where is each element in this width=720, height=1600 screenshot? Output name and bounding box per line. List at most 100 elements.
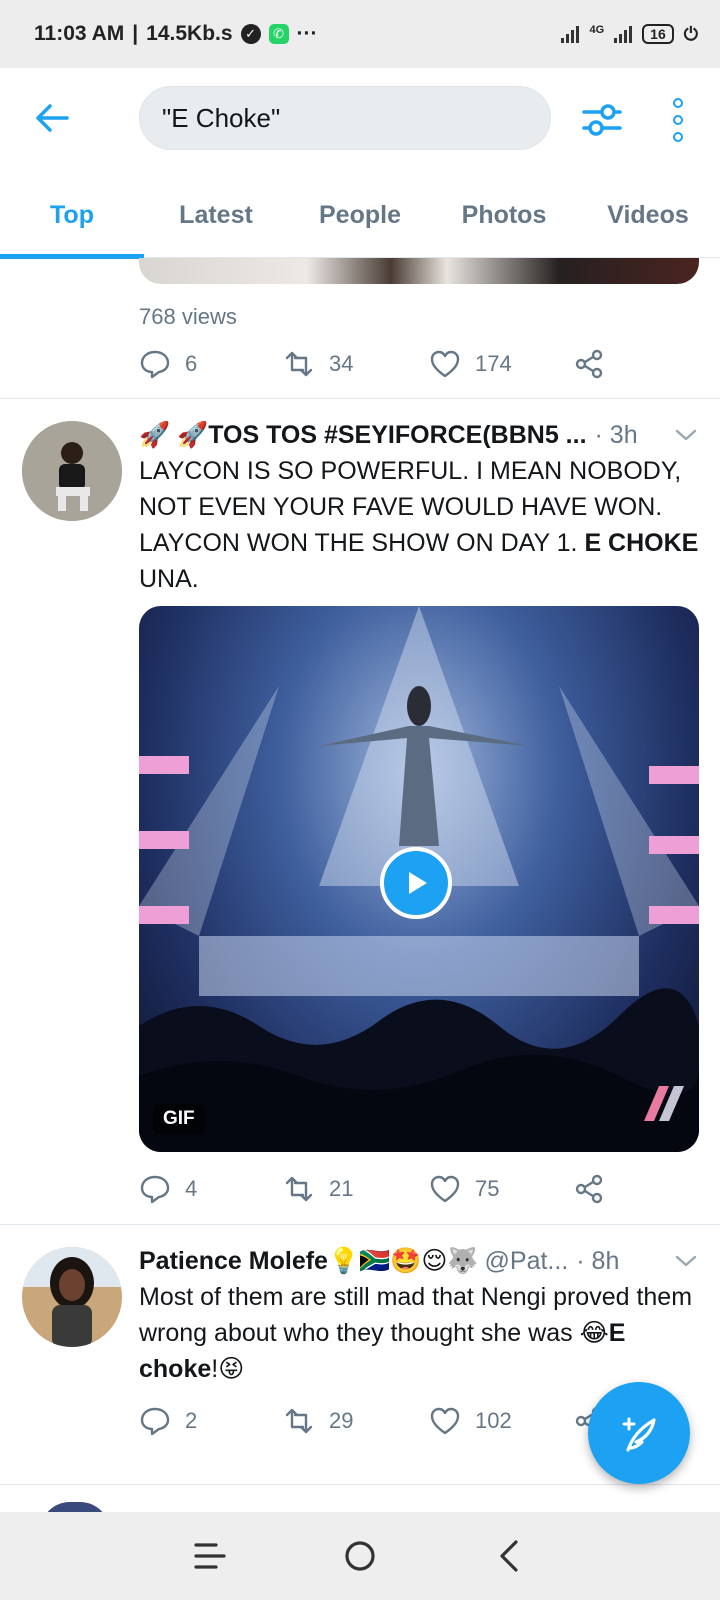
tweet-text-part: !😝 <box>211 1355 245 1383</box>
chevron-down-icon[interactable] <box>673 1248 699 1274</box>
menu-icon <box>194 1543 226 1569</box>
status-bar: 11:03 AM | 14.5Kb.s ✓ ✆ ··· 4G 16 ⏻ <box>0 0 720 68</box>
view-count: 768 views <box>139 304 237 329</box>
avatar[interactable] <box>22 1247 122 1347</box>
reply-count: 4 <box>185 1176 198 1201</box>
share-icon <box>575 1174 603 1204</box>
tweet-time: · 3h <box>594 420 638 449</box>
dot-icon <box>673 115 683 125</box>
like-count: 75 <box>475 1176 500 1201</box>
share-button[interactable] <box>573 348 605 380</box>
avatar[interactable] <box>22 421 122 521</box>
search-tabs: Top Latest People Photos Videos <box>0 172 720 259</box>
signal-icon-2 <box>614 25 633 43</box>
tweet-actions: 6 34 174 <box>139 344 619 384</box>
retweet-count: 21 <box>329 1176 354 1201</box>
heart-icon <box>430 1175 460 1203</box>
tab-people[interactable]: People <box>288 172 432 258</box>
reply-count: 6 <box>185 351 198 376</box>
retweet-button[interactable]: 29 <box>283 1405 353 1437</box>
tab-videos[interactable]: Videos <box>576 172 720 258</box>
status-time: 11:03 AM <box>34 22 125 45</box>
search-filter-button[interactable] <box>580 98 624 142</box>
overflow-menu-button[interactable] <box>664 96 692 144</box>
back-button[interactable] <box>32 98 72 138</box>
tweet-header: 🚀 🚀TOS TOS #SEYIFORCE(BBN5 ... · 3h <box>139 417 699 453</box>
author-name[interactable]: 🚀 🚀TOS TOS #SEYIFORCE(BBN5 ... <box>139 421 587 450</box>
retweet-button[interactable]: 34 <box>283 348 353 380</box>
tab-latest[interactable]: Latest <box>144 172 288 258</box>
battery-icon: 16 <box>642 24 674 44</box>
compose-tweet-button[interactable] <box>588 1382 690 1484</box>
previous-tweet-media[interactable] <box>139 258 699 284</box>
dot-icon <box>673 98 683 108</box>
tab-photos[interactable]: Photos <box>432 172 576 258</box>
next-tweet-avatar-partial <box>40 1502 110 1512</box>
retweet-count: 34 <box>329 351 354 376</box>
tweet-actions: 4 21 75 <box>139 1169 619 1209</box>
heart-icon <box>430 350 460 378</box>
arrow-left-icon <box>36 104 69 132</box>
reply-icon <box>140 1407 170 1436</box>
avatar-image <box>22 1247 122 1347</box>
search-term-highlight: E CHOKE <box>584 529 699 557</box>
back-nav-button[interactable] <box>488 1534 532 1578</box>
divider <box>0 1484 720 1485</box>
reply-icon <box>140 350 170 379</box>
tweet-text-part: UNA. <box>139 565 199 593</box>
search-header: "E Choke" <box>0 68 720 172</box>
filter-sliders-icon <box>582 104 622 136</box>
reply-button[interactable]: 4 <box>139 1173 197 1205</box>
chevron-left-icon <box>500 1540 518 1572</box>
signal-icon <box>561 25 580 43</box>
author-name[interactable]: Patience Molefe💡🇿🇦🤩😌🐺 <box>139 1246 479 1276</box>
reply-button[interactable]: 2 <box>139 1405 197 1437</box>
retweet-icon <box>285 1176 313 1202</box>
charging-icon: ⏻ <box>683 23 698 44</box>
more-notifications-icon: ··· <box>296 22 318 45</box>
like-count: 174 <box>475 351 512 376</box>
like-button[interactable]: 75 <box>429 1173 499 1205</box>
whatsapp-icon: ✆ <box>268 24 289 44</box>
check-icon: ✓ <box>240 24 261 44</box>
tweet-actions: 2 29 102 <box>139 1401 619 1441</box>
reply-count: 2 <box>185 1408 198 1433</box>
search-input[interactable]: "E Choke" <box>139 86 551 150</box>
retweet-icon <box>285 1408 313 1434</box>
dot-icon <box>673 132 683 142</box>
network-type: 4G <box>589 23 605 36</box>
system-navigation-bar <box>0 1512 720 1600</box>
reply-icon <box>140 1175 170 1204</box>
like-count: 102 <box>475 1408 512 1433</box>
tweet-header: Patience Molefe💡🇿🇦🤩😌🐺 @Pat... · 8h <box>139 1243 699 1279</box>
like-button[interactable]: 174 <box>429 348 512 380</box>
search-query: "E Choke" <box>162 102 281 133</box>
like-button[interactable]: 102 <box>429 1405 512 1437</box>
home-button[interactable] <box>338 1534 382 1578</box>
share-button[interactable] <box>573 1173 605 1205</box>
reply-button[interactable]: 6 <box>139 348 197 380</box>
play-button[interactable] <box>380 847 452 919</box>
timeline[interactable]: 768 views 6 34 174 🚀 🚀TOS TOS #SEYIFORCE… <box>0 258 720 1512</box>
tweet-text: Most of them are still mad that Nengi pr… <box>139 1279 699 1387</box>
tweet[interactable]: 🚀 🚀TOS TOS #SEYIFORCE(BBN5 ... · 3h LAYC… <box>0 399 720 1225</box>
tweet-text: LAYCON IS SO POWERFUL. I MEAN NOBODY, NO… <box>139 453 699 597</box>
avatar-image <box>22 421 122 521</box>
tweet-time: · 8h <box>576 1246 620 1275</box>
home-circle-icon <box>345 1541 375 1571</box>
author-handle[interactable]: @Pat... <box>485 1247 569 1276</box>
network-speed: 14.5Kb.s <box>146 22 233 45</box>
tweet-gif-media[interactable]: GIF <box>139 606 699 1152</box>
recent-apps-button[interactable] <box>188 1534 232 1578</box>
chevron-down-icon[interactable] <box>673 422 699 448</box>
retweet-icon <box>285 351 313 377</box>
gif-badge: GIF <box>153 1104 205 1134</box>
retweet-button[interactable]: 21 <box>283 1173 353 1205</box>
battery-level: 16 <box>650 26 666 42</box>
play-icon <box>409 872 427 894</box>
compose-feather-icon <box>622 1417 656 1452</box>
share-icon <box>575 349 603 379</box>
heart-icon <box>430 1407 460 1435</box>
tab-top[interactable]: Top <box>0 172 144 259</box>
retweet-count: 29 <box>329 1408 354 1433</box>
